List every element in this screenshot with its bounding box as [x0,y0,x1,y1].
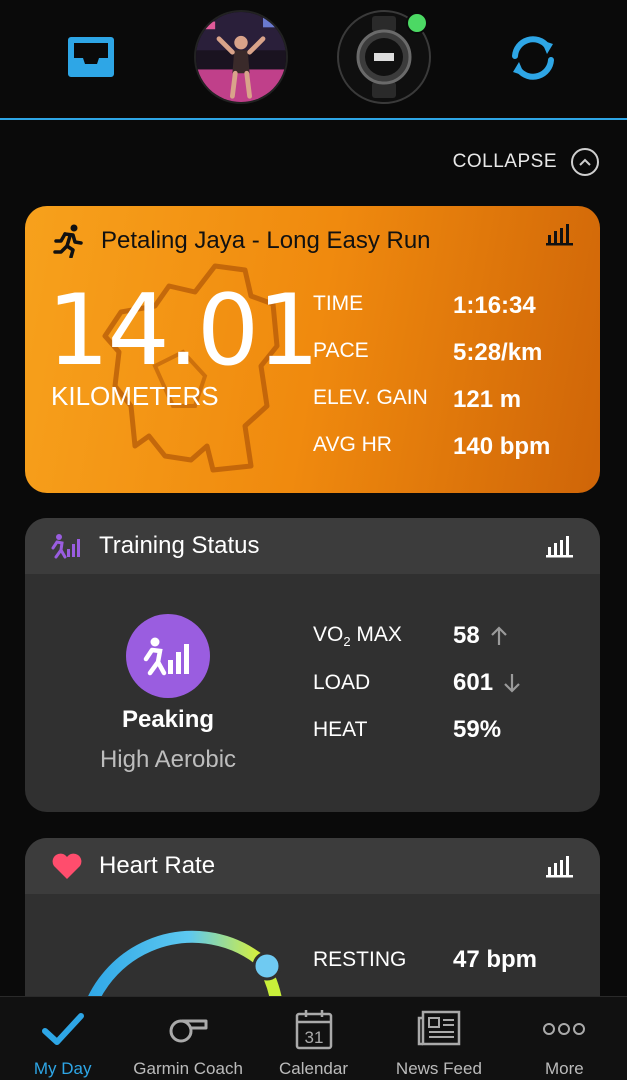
stat-value: 140 bpm [453,433,551,460]
training-status-icon [51,534,80,559]
training-status-value: Peaking [121,706,215,733]
stat-label: PACE [313,339,369,362]
newspaper-icon [417,1010,461,1046]
nav-label: More [544,1059,584,1078]
vo2-max-row: VO2 MAX 58 [313,622,508,650]
stat-time: TIME 1:16:34 [313,292,536,320]
nav-label: Calendar [279,1059,349,1078]
load-label: LOAD [313,671,371,694]
card-title: Heart Rate [99,852,216,879]
avatar-image [196,12,286,102]
stat-label: ELEV. GAIN [313,386,428,409]
stat-elev-gain: ELEV. GAIN 121 m [313,386,521,414]
nav-label: Garmin Coach [133,1059,243,1078]
training-status-card[interactable]: Training Status Peaking High Aerobic VO2… [25,518,600,812]
stat-pace: PACE 5:28/km [313,339,542,367]
activity-card[interactable]: Petaling Jaya - Long Easy Run 14.01 KILO… [25,206,600,493]
whistle-icon [169,1019,208,1043]
heat-row: HEAT 59% [313,716,501,744]
top-bar [0,0,627,120]
bar-chart-icon[interactable] [546,854,574,883]
collapse-toggle[interactable]: COLLAPSE [453,148,599,176]
calendar-day: 31 [304,1028,323,1047]
arrow-down-icon [504,674,520,693]
vo2-label-sub: 2 [343,634,351,650]
heart-icon [52,853,82,879]
profile-avatar[interactable] [194,10,288,104]
vo2-label-tail: MAX [350,622,402,646]
training-status-header: Training Status [25,518,600,574]
collapse-label: COLLAPSE [452,151,557,172]
heat-label: HEAT [313,718,368,741]
sync-icon [512,36,554,80]
load-value: 601 [453,669,494,696]
bar-chart-icon[interactable] [546,222,574,251]
sync-button[interactable] [505,32,561,84]
peaking-badge-icon [126,614,210,698]
nav-label: My Day [33,1059,92,1078]
heat-value: 59% [453,716,502,743]
card-title: Training Status [99,532,260,559]
stat-value: 121 m [453,386,522,413]
more-icon [543,1023,586,1035]
inbox-button[interactable] [66,34,116,80]
stat-label: AVG HR [313,433,392,456]
resting-value: 47 bpm [453,946,538,973]
check-icon [41,1013,84,1045]
activity-distance: 14.01 [47,274,320,388]
stat-value: 5:28/km [453,339,543,366]
calendar-icon: 31 [295,1010,332,1050]
stat-label: TIME [313,292,364,315]
bar-chart-icon[interactable] [546,534,574,563]
vo2-max-value: 58 [453,622,480,649]
activity-distance-unit: KILOMETERS [51,381,219,411]
device-connected-indicator [406,12,428,34]
vo2-label-main: VO [313,622,344,646]
stat-avg-hr: AVG HR 140 bpm [313,433,550,461]
nav-calendar[interactable]: 31 Calendar [251,997,376,1080]
resting-hr-row: RESTING 47 bpm [313,946,537,974]
training-status-sub: High Aerobic [99,746,237,773]
running-icon [53,224,83,258]
nav-more[interactable]: More [502,997,627,1080]
watch-icon [356,16,412,98]
heart-rate-header: Heart Rate [25,838,600,894]
arrow-up-icon [490,626,507,645]
nav-garmin-coach[interactable]: Garmin Coach [125,997,250,1080]
activity-title: Petaling Jaya - Long Easy Run [101,227,431,254]
activity-title-row: Petaling Jaya - Long Easy Run [53,218,578,264]
resting-label: RESTING [313,948,407,971]
load-row: LOAD 601 [313,669,521,697]
nav-news-feed[interactable]: News Feed [376,997,501,1080]
stat-value: 1:16:34 [453,292,536,319]
chevron-up-icon [571,148,599,176]
vo2-max-label: VO2 MAX [313,623,453,649]
nav-label: News Feed [395,1059,482,1078]
nav-my-day[interactable]: My Day [0,997,125,1080]
inbox-icon [68,37,114,77]
bottom-nav: My Day Garmin Coach 31 Calendar News Fee… [0,996,627,1080]
